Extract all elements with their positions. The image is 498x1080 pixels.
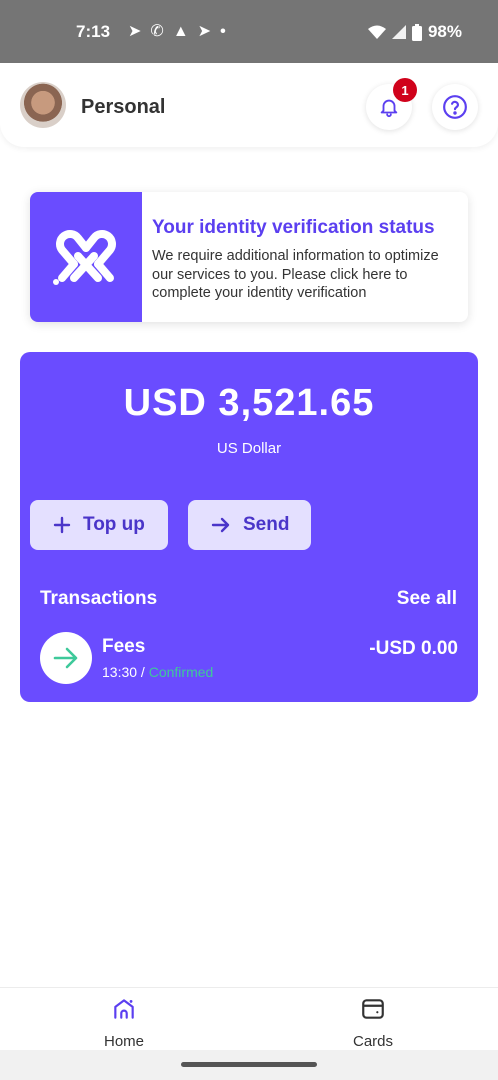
verification-logo bbox=[30, 192, 142, 322]
transaction-meta: 13:30 / Confirmed bbox=[102, 664, 213, 680]
bottom-nav: Home Cards bbox=[0, 987, 498, 1050]
page-title: Personal bbox=[81, 96, 166, 118]
verification-title: Your identity verification status bbox=[152, 217, 435, 238]
telegram-icon: ➤ bbox=[128, 23, 142, 40]
transactions-title: Transactions bbox=[40, 588, 158, 609]
wifi-icon bbox=[367, 25, 386, 39]
plus-icon bbox=[53, 516, 71, 534]
signal-icon bbox=[391, 25, 406, 39]
avatar[interactable] bbox=[20, 82, 66, 128]
transaction-amount: -USD 0.00 bbox=[369, 638, 458, 659]
nav-item-home[interactable]: Home bbox=[74, 996, 174, 1050]
nav-item-cards[interactable]: Cards bbox=[323, 996, 423, 1050]
home-icon bbox=[114, 999, 134, 1019]
notification-badge: 1 bbox=[393, 78, 417, 102]
see-all-link[interactable]: See all bbox=[397, 588, 457, 610]
gesture-area bbox=[0, 1050, 498, 1080]
status-right: 98% bbox=[367, 22, 462, 42]
home-gesture-bar[interactable] bbox=[181, 1062, 317, 1067]
whatsapp-icon: ✆ bbox=[150, 23, 164, 40]
identity-verification-card[interactable]: Your identity verification status We req… bbox=[30, 192, 468, 322]
nav-label-home: Home bbox=[103, 1033, 144, 1050]
balance-card: USD 3,521.65 US Dollar Top up Send Trans… bbox=[20, 352, 478, 702]
battery-icon bbox=[411, 23, 422, 41]
arrow-right-icon bbox=[211, 517, 230, 533]
identity-logo-icon bbox=[53, 230, 116, 285]
send-label: Send bbox=[243, 514, 290, 535]
transaction-status: Confirmed bbox=[148, 664, 214, 680]
dot-icon: • bbox=[220, 23, 226, 40]
transaction-row[interactable]: Fees 13:30 / Confirmed -USD 0.00 bbox=[40, 630, 458, 686]
nav-label-cards: Cards bbox=[352, 1033, 393, 1050]
app-header: Personal bbox=[0, 63, 498, 147]
send-button[interactable]: Send bbox=[188, 500, 311, 550]
status-bar: 7:13 ➤ ✆ ▲ ➤ • 98% bbox=[0, 0, 498, 63]
transaction-time: 13:30 bbox=[102, 664, 138, 680]
cards-icon bbox=[362, 999, 384, 1019]
battery-percent: 98% bbox=[427, 22, 462, 41]
telegram-icon: ➤ bbox=[197, 23, 212, 40]
status-time: 7:13 bbox=[76, 22, 111, 41]
arrow-right-icon bbox=[53, 647, 78, 669]
top-up-button[interactable]: Top up bbox=[30, 500, 168, 550]
warning-icon: ▲ bbox=[172, 23, 189, 40]
help-button[interactable] bbox=[432, 84, 478, 130]
transaction-name: Fees bbox=[102, 636, 146, 657]
top-up-label: Top up bbox=[83, 514, 145, 535]
balance-amount: USD 3,521.65 bbox=[123, 382, 375, 424]
verification-text: We require additional information to opt… bbox=[152, 248, 439, 301]
help-icon bbox=[443, 95, 467, 119]
transaction-icon bbox=[40, 632, 92, 684]
currency-name: US Dollar bbox=[216, 440, 282, 457]
transaction-separator: / bbox=[137, 664, 149, 680]
notification-icons: ➤ ✆ ▲ ➤ • bbox=[128, 22, 226, 42]
